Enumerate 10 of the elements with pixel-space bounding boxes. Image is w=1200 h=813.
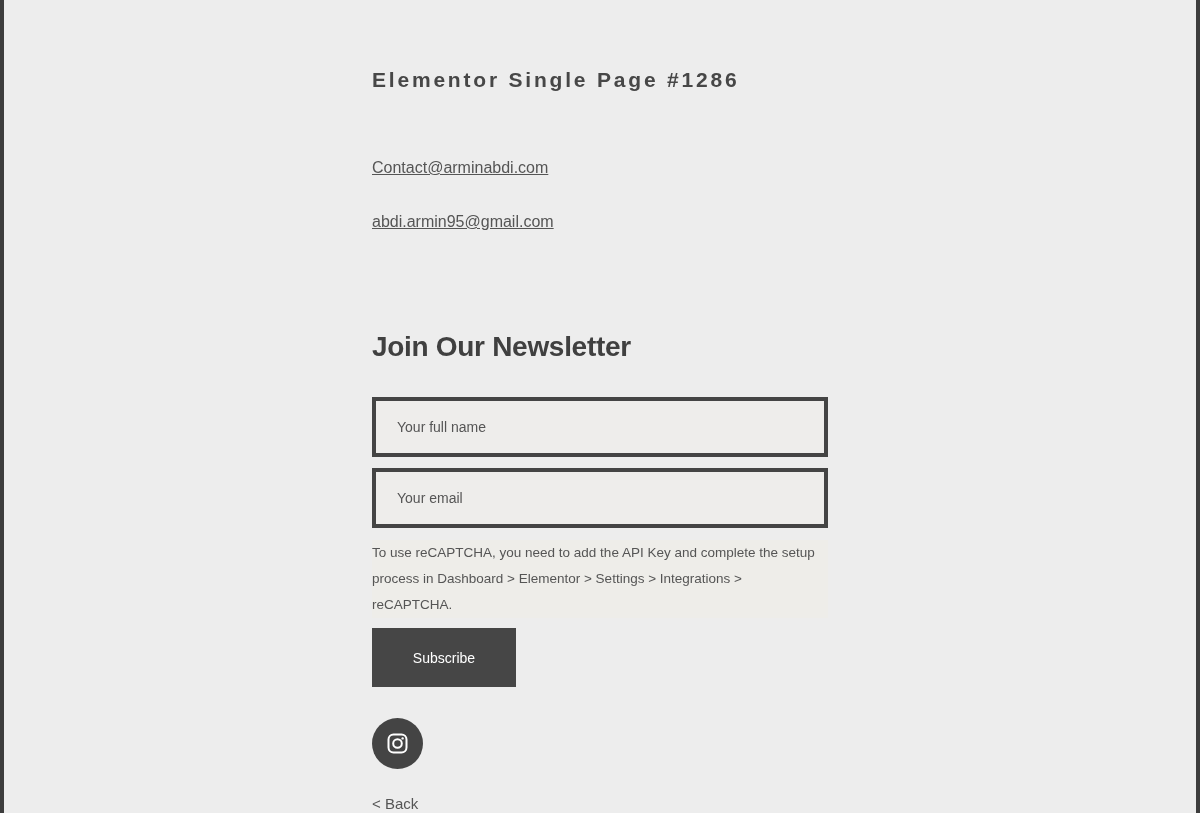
subscribe-button[interactable]: Subscribe: [372, 628, 516, 687]
page-title: Elementor Single Page #1286: [372, 67, 741, 93]
input-field[interactable]: Your full name: [372, 397, 828, 457]
email-link[interactable]: abdi.armin95@gmail.com: [372, 213, 554, 230]
back-link[interactable]: < Back: [372, 795, 419, 812]
recaptcha-notice: To use reCAPTCHA, you need to add the API Key and complete the setup process in Dashboard > Elementor > Settings > Integrations > reCAPTCHA.: [372, 540, 828, 618]
camera-icon[interactable]: [372, 718, 423, 769]
input-field[interactable]: Your email: [372, 468, 828, 528]
newsletter-heading: Join Our Newsletter: [372, 330, 632, 364]
email-link[interactable]: Contact@arminabdi.com: [372, 159, 549, 176]
